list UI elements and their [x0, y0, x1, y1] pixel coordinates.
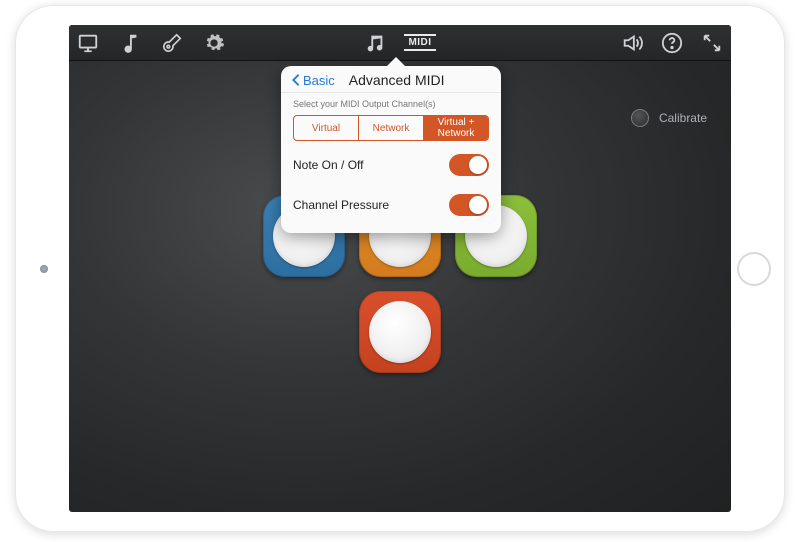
fullscreen-icon[interactable]: [701, 32, 723, 54]
ipad-frame: MIDI Calibrate: [15, 5, 785, 532]
back-button[interactable]: Basic: [291, 73, 335, 88]
calibrate-control[interactable]: Calibrate: [631, 109, 707, 127]
volume-icon[interactable]: [621, 32, 643, 54]
midi-popover: Basic Advanced MIDI Select your MIDI Out…: [281, 66, 501, 233]
help-icon[interactable]: [661, 32, 683, 54]
segment-network[interactable]: Network: [359, 116, 424, 140]
monitor-icon[interactable]: [77, 32, 99, 54]
popover-body: Select your MIDI Output Channel(s) Virtu…: [281, 93, 501, 233]
popover-header: Basic Advanced MIDI: [281, 66, 501, 93]
calibrate-label: Calibrate: [659, 111, 707, 125]
segment-virtual-network[interactable]: Virtual + Network: [424, 116, 488, 140]
toolbar: MIDI: [69, 25, 731, 61]
pad-disc: [369, 301, 431, 363]
segment-virtual[interactable]: Virtual: [294, 116, 359, 140]
setting-label: Note On / Off: [293, 158, 363, 172]
switch-channel-pressure[interactable]: [449, 194, 489, 216]
toolbar-center-group: MIDI: [364, 32, 436, 54]
app-screen: MIDI Calibrate: [69, 25, 731, 512]
gear-icon[interactable]: [203, 32, 225, 54]
back-label: Basic: [303, 73, 335, 88]
midi-icon[interactable]: MIDI: [404, 34, 436, 51]
music-notes-icon[interactable]: [364, 32, 386, 54]
setting-label: Channel Pressure: [293, 198, 389, 212]
pad-red[interactable]: [359, 291, 441, 373]
note-icon[interactable]: [119, 32, 141, 54]
setting-note-on-off: Note On / Off: [293, 149, 489, 181]
guitar-icon[interactable]: [161, 32, 183, 54]
segmented-control: Virtual Network Virtual + Network: [293, 115, 489, 141]
setting-channel-pressure: Channel Pressure: [293, 189, 489, 221]
toolbar-left-group: [77, 32, 364, 54]
switch-note-on-off[interactable]: [449, 154, 489, 176]
pad-row-bottom: [359, 291, 441, 373]
calibrate-circle-icon: [631, 109, 649, 127]
toolbar-right-group: [436, 32, 723, 54]
ipad-home-button[interactable]: [737, 252, 771, 286]
ipad-camera: [40, 265, 48, 273]
popover-title: Advanced MIDI: [349, 72, 445, 88]
popover-subtitle: Select your MIDI Output Channel(s): [293, 99, 489, 109]
